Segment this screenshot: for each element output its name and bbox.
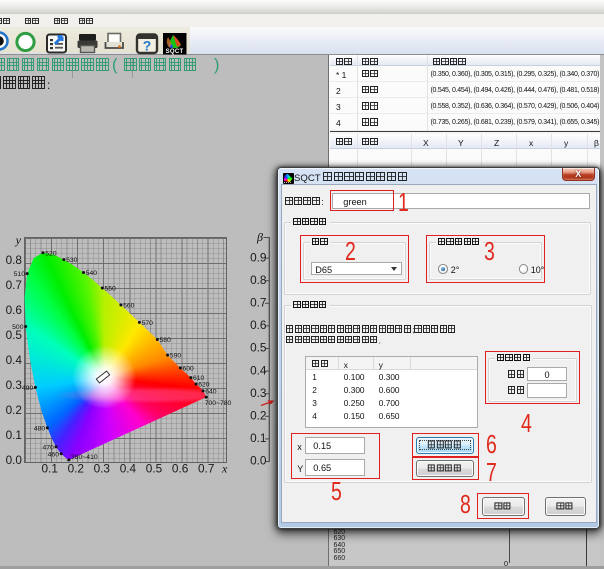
svg-text:0.6: 0.6 bbox=[250, 318, 267, 332]
svg-text:β: β bbox=[256, 230, 263, 244]
svg-text:0.3: 0.3 bbox=[6, 378, 23, 392]
svg-text:590: 590 bbox=[170, 353, 182, 360]
svg-text:520: 520 bbox=[45, 250, 57, 257]
svg-text:x: x bbox=[221, 462, 228, 476]
svg-text:0.0: 0.0 bbox=[250, 454, 267, 468]
svg-text:0.3: 0.3 bbox=[250, 386, 267, 400]
svg-text:0.9: 0.9 bbox=[250, 250, 266, 264]
svg-text:0.6: 0.6 bbox=[6, 303, 23, 317]
svg-text:0.2: 0.2 bbox=[68, 462, 84, 476]
svg-text:0.1: 0.1 bbox=[250, 431, 266, 445]
svg-text:0.4: 0.4 bbox=[6, 353, 23, 367]
svg-text:540: 540 bbox=[86, 270, 98, 277]
svg-text:0.2: 0.2 bbox=[6, 403, 22, 417]
svg-text:SQCT: SQCT bbox=[166, 49, 184, 55]
svg-text:700~780: 700~780 bbox=[205, 400, 232, 407]
svg-text:0.8: 0.8 bbox=[6, 253, 23, 267]
svg-text:0.0: 0.0 bbox=[6, 453, 23, 467]
svg-text:0.2: 0.2 bbox=[250, 409, 266, 423]
svg-text:0.4: 0.4 bbox=[120, 462, 137, 476]
svg-text:0.6: 0.6 bbox=[172, 462, 189, 476]
svg-text:0.4: 0.4 bbox=[250, 363, 267, 377]
svg-text:0.3: 0.3 bbox=[94, 462, 111, 476]
svg-text:0.8: 0.8 bbox=[250, 273, 267, 287]
svg-text:530: 530 bbox=[66, 257, 78, 264]
svg-text:460: 460 bbox=[48, 451, 60, 458]
svg-text:480: 480 bbox=[34, 426, 46, 433]
svg-text:0.7: 0.7 bbox=[198, 462, 214, 476]
svg-text:490: 490 bbox=[22, 385, 34, 392]
svg-text:640: 640 bbox=[205, 389, 217, 396]
svg-text:0.7: 0.7 bbox=[6, 278, 22, 292]
svg-text:550: 550 bbox=[105, 286, 117, 293]
svg-text:510: 510 bbox=[14, 271, 26, 278]
svg-text:600: 600 bbox=[183, 366, 195, 373]
svg-text:y: y bbox=[15, 233, 22, 247]
svg-text:570: 570 bbox=[142, 320, 154, 327]
svg-text:0.1: 0.1 bbox=[6, 428, 22, 442]
svg-text:0.5: 0.5 bbox=[146, 462, 163, 476]
svg-text:0.1: 0.1 bbox=[41, 462, 57, 476]
svg-text:500: 500 bbox=[12, 324, 24, 331]
svg-text:380~410: 380~410 bbox=[71, 454, 98, 461]
svg-text:0.7: 0.7 bbox=[250, 296, 266, 310]
svg-text:560: 560 bbox=[123, 303, 135, 310]
svg-text:0.5: 0.5 bbox=[250, 341, 267, 355]
svg-text:580: 580 bbox=[160, 337, 172, 344]
svg-text:?: ? bbox=[143, 37, 152, 53]
svg-text:470: 470 bbox=[42, 444, 54, 451]
